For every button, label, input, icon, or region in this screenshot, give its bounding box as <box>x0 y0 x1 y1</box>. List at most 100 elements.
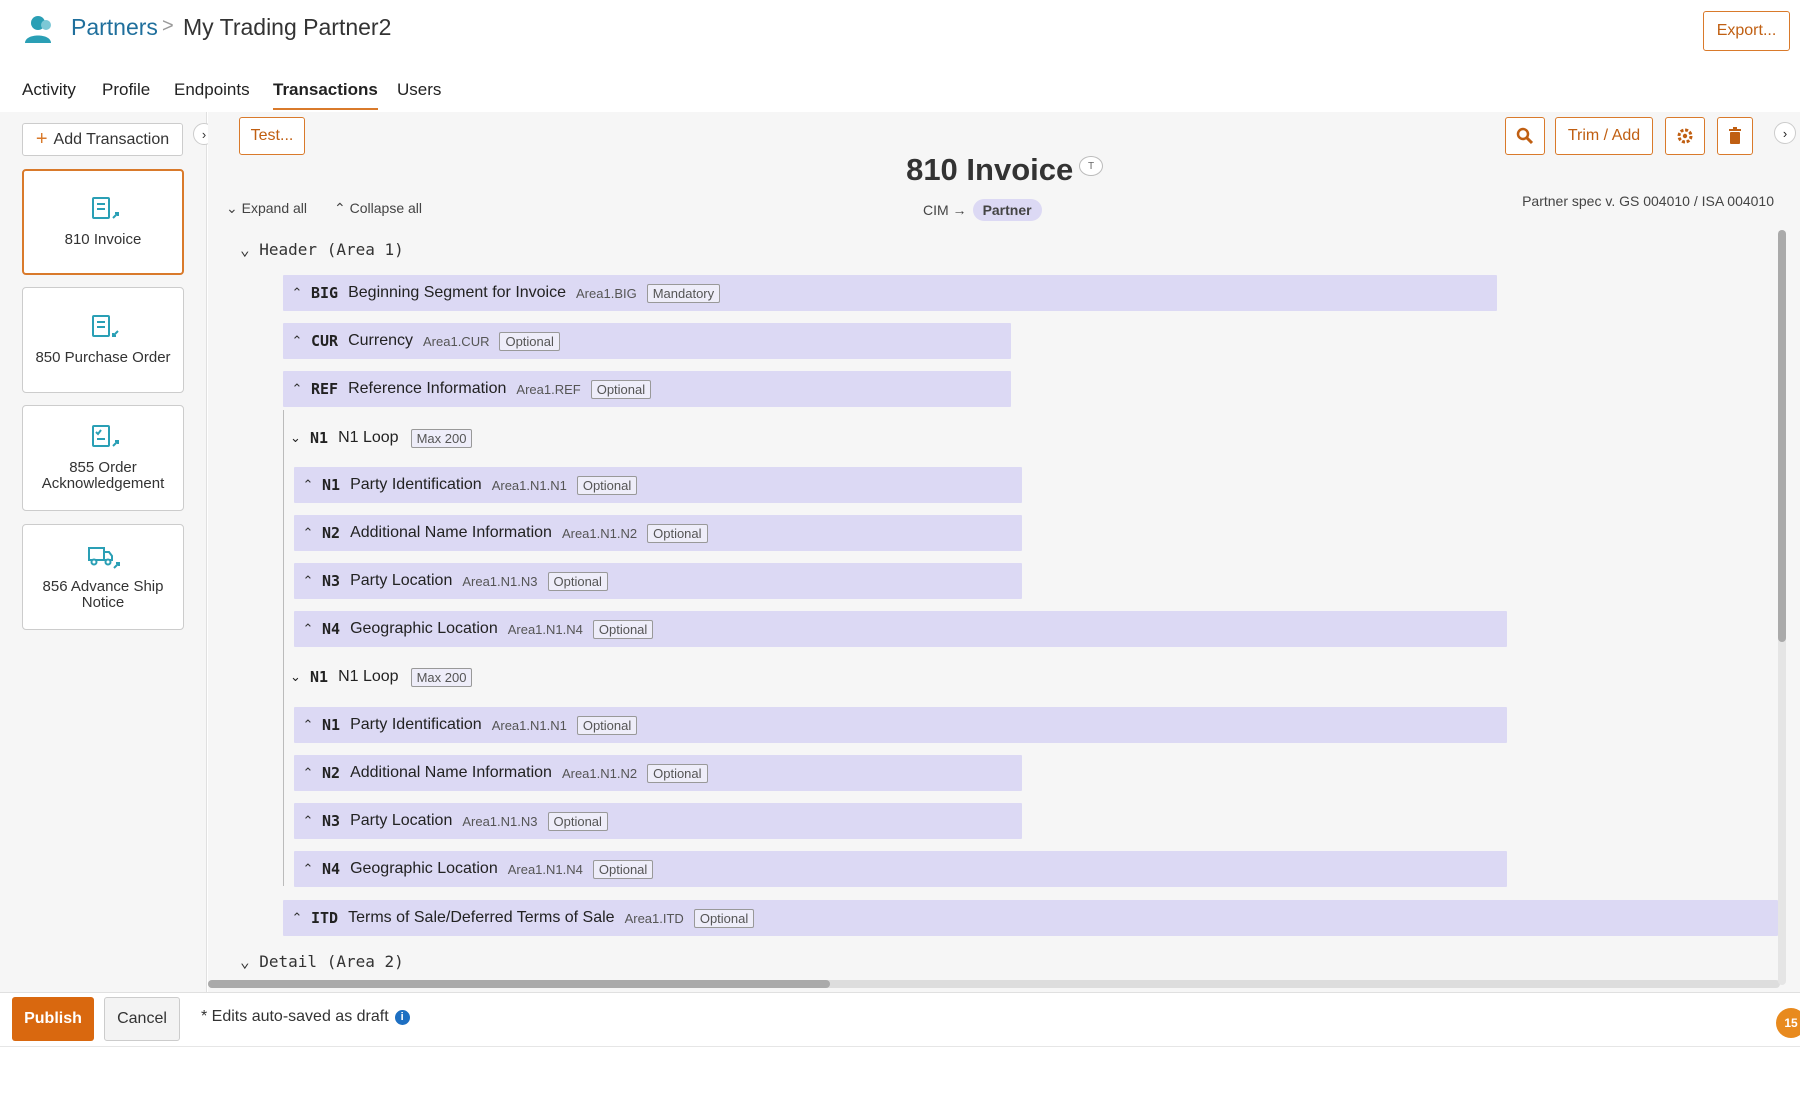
transaction-card-856[interactable]: 856 Advance Ship Notice <box>22 524 184 630</box>
segment-usage-tag: Mandatory <box>646 283 721 303</box>
chevron-down-icon: ⌄ <box>290 669 301 684</box>
chevron-up-icon: ⌃ <box>291 285 303 300</box>
collapse-all-label: Collapse all <box>349 200 422 216</box>
segment-code: N2 <box>322 524 341 542</box>
cancel-button[interactable]: Cancel <box>104 997 180 1041</box>
segment-path: Area1.ITD <box>624 910 684 926</box>
segment-path: Area1.N1.N3 <box>462 573 538 589</box>
collapse-all-button[interactable]: ⌃ Collapse all <box>334 200 422 217</box>
tree-connector <box>283 410 284 886</box>
segment-path: Area1.N1.N1 <box>491 717 567 733</box>
test-button[interactable]: Test... <box>239 117 305 155</box>
mapping-target-pill: Partner <box>972 199 1042 221</box>
segment-row-n1[interactable]: ⌃ N1 Party Identification Area1.N1.N1 Op… <box>294 707 1507 743</box>
segment-row-n3[interactable]: ⌃ N3 Party Location Area1.N1.N3 Optional <box>294 563 1022 599</box>
loop-name: N1 Loop <box>338 429 399 446</box>
search-icon <box>1516 127 1534 145</box>
segment-name: Geographic Location <box>350 620 498 637</box>
segment-row-n2[interactable]: ⌃ N2 Additional Name Information Area1.N… <box>294 755 1022 791</box>
segment-usage-tag: Optional <box>592 619 654 639</box>
segment-name: Party Location <box>350 572 453 589</box>
chevron-right-icon: › <box>201 126 207 142</box>
breadcrumb-current: My Trading Partner2 <box>183 14 392 40</box>
segment-row-n1[interactable]: ⌃ N1 Party Identification Area1.N1.N1 Op… <box>294 467 1022 503</box>
segment-path: Area1.N1.N4 <box>507 861 583 877</box>
segment-row-big[interactable]: ⌃ BIG Beginning Segment for Invoice Area… <box>283 275 1497 311</box>
add-transaction-button[interactable]: + Add Transaction <box>22 123 183 156</box>
delete-button[interactable] <box>1717 117 1753 155</box>
chevron-up-icon: ⌃ <box>302 813 314 828</box>
chevron-up-icon: ⌃ <box>302 861 314 876</box>
segment-row-itd[interactable]: ⌃ ITD Terms of Sale/Deferred Terms of Sa… <box>283 900 1778 936</box>
info-icon[interactable]: i <box>394 1009 410 1025</box>
transaction-card-850[interactable]: 850 Purchase Order <box>22 287 184 393</box>
chevron-down-icon: ⌄ <box>226 200 238 216</box>
transaction-card-label: 855 Order Acknowledgement <box>41 459 165 492</box>
panel-toggle-button[interactable]: › <box>1774 122 1796 144</box>
segment-row-n4[interactable]: ⌃ N4 Geographic Location Area1.N1.N4 Opt… <box>294 611 1507 647</box>
segment-usage-tag: Optional <box>647 523 708 543</box>
loop-header-n1[interactable]: ⌄ N1 N1 Loop Max 200 <box>290 425 473 451</box>
tab-transactions[interactable]: Transactions <box>273 80 378 110</box>
chevron-up-icon: ⌃ <box>334 200 346 216</box>
segment-usage-tag: Optional <box>499 331 560 351</box>
scrollbar-thumb[interactable] <box>208 980 830 988</box>
autosave-text: * Edits auto-saved as draft <box>201 1008 389 1025</box>
segment-usage-tag: Optional <box>576 715 638 735</box>
loop-header-n1[interactable]: ⌄ N1 N1 Loop Max 200 <box>290 664 473 690</box>
segment-usage-tag: Optional <box>547 811 608 831</box>
segment-path: Area1.N1.N2 <box>561 765 638 781</box>
transaction-card-855[interactable]: 855 Order Acknowledgement <box>22 405 184 511</box>
breadcrumb-partners-link[interactable]: Partners <box>71 14 158 41</box>
acknowledgement-icon <box>92 425 119 447</box>
segment-row-n3[interactable]: ⌃ N3 Party Location Area1.N1.N3 Optional <box>294 803 1022 839</box>
segment-usage-tag: Optional <box>592 859 654 879</box>
segment-name: Beginning Segment for Invoice <box>348 284 567 301</box>
notification-badge[interactable]: 15 <box>1776 1008 1800 1038</box>
area-header-2[interactable]: ⌄ Detail (Area 2) <box>240 952 404 971</box>
segment-row-ref[interactable]: ⌃ REF Reference Information Area1.REF Op… <box>283 371 1011 407</box>
gear-icon <box>1677 128 1693 144</box>
chevron-down-icon: ⌄ <box>290 430 301 445</box>
chevron-up-icon: ⌃ <box>302 621 314 636</box>
export-button[interactable]: Export... <box>1703 11 1790 51</box>
vertical-scrollbar[interactable] <box>1778 230 1786 985</box>
segment-row-cur[interactable]: ⌃ CUR Currency Area1.CUR Optional <box>283 323 1011 359</box>
settings-button[interactable] <box>1665 117 1705 155</box>
trash-icon <box>1729 127 1741 144</box>
segment-usage-tag: Optional <box>547 571 608 591</box>
tab-activity[interactable]: Activity <box>22 80 76 108</box>
segment-path: Area1.N1.N1 <box>491 477 567 493</box>
tab-endpoints[interactable]: Endpoints <box>174 80 250 108</box>
tab-users[interactable]: Users <box>397 80 441 108</box>
scrollbar-thumb[interactable] <box>1778 230 1786 642</box>
loop-code: N1 <box>310 668 329 686</box>
segment-row-n2[interactable]: ⌃ N2 Additional Name Information Area1.N… <box>294 515 1022 551</box>
segment-row-n4[interactable]: ⌃ N4 Geographic Location Area1.N1.N4 Opt… <box>294 851 1507 887</box>
area-header-label: Detail (Area 2) <box>259 952 404 971</box>
tab-profile[interactable]: Profile <box>102 80 150 108</box>
segment-name: Geographic Location <box>350 860 498 877</box>
top-bar: Partners > My Trading Partner2 Export... <box>0 0 1800 62</box>
segment-usage-tag: Optional <box>647 763 708 783</box>
loop-max-tag: Max 200 <box>410 428 473 448</box>
area-header-1[interactable]: ⌄ Header (Area 1) <box>240 240 404 259</box>
segment-name: Reference Information <box>348 380 507 397</box>
area-header-label: Header (Area 1) <box>259 240 404 259</box>
search-button[interactable] <box>1505 117 1545 155</box>
trim-add-button[interactable]: Trim / Add <box>1555 117 1653 155</box>
segment-name: Additional Name Information <box>350 764 552 781</box>
plus-icon: + <box>35 128 48 150</box>
chevron-up-icon: ⌃ <box>302 765 314 780</box>
invoice-icon <box>92 197 119 219</box>
chevron-up-icon: ⌃ <box>302 477 314 492</box>
horizontal-scrollbar[interactable] <box>208 980 1780 988</box>
transaction-card-810[interactable]: 810 Invoice <box>22 169 184 275</box>
segment-path: Area1.CUR <box>423 333 490 349</box>
breadcrumb-separator: > <box>162 15 174 37</box>
expand-all-button[interactable]: ⌄ Expand all <box>226 200 307 217</box>
tab-bar: Activity Profile Endpoints Transactions … <box>0 70 1800 112</box>
publish-button[interactable]: Publish <box>12 997 94 1041</box>
segment-code: ITD <box>311 909 339 927</box>
segment-code: N1 <box>322 716 341 734</box>
